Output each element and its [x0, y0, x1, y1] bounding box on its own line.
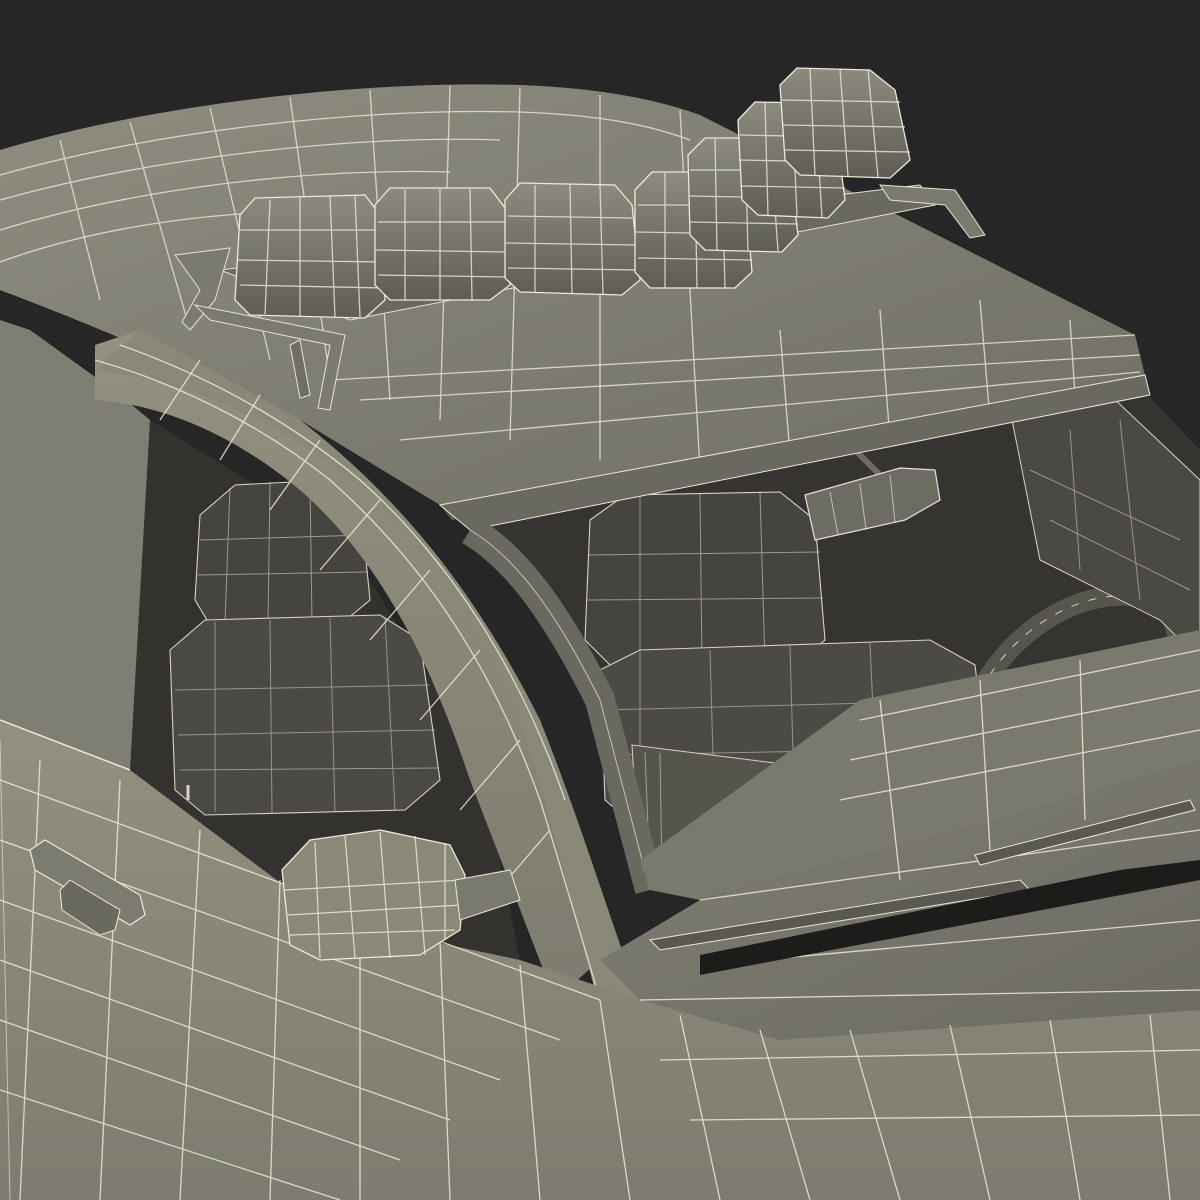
- light-pod: [504, 182, 641, 296]
- light-pod: [234, 194, 386, 319]
- light-pod: [374, 187, 511, 301]
- render-viewport: [0, 0, 1200, 1200]
- police-car-wireframe-render: [0, 0, 1200, 1200]
